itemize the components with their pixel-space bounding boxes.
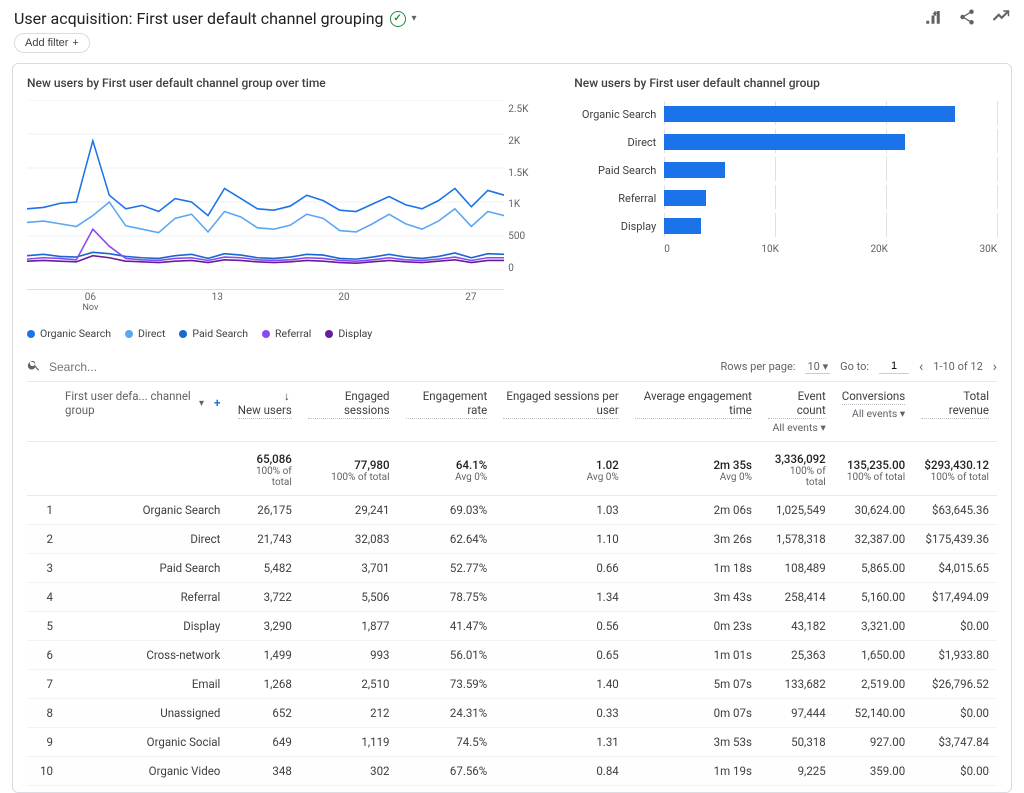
status-verified-icon: ✓ xyxy=(390,11,406,27)
column-header[interactable]: Event countAll events ▾ xyxy=(760,382,834,442)
column-header[interactable]: Engaged sessions xyxy=(300,382,398,442)
customize-report-icon[interactable] xyxy=(924,8,942,29)
column-header[interactable]: Average engagement time xyxy=(627,382,760,442)
legend-item[interactable]: Organic Search xyxy=(27,327,111,340)
line-chart xyxy=(27,100,504,290)
plus-icon: + xyxy=(72,37,78,49)
chart-legend: Organic Search Direct Paid Search Referral D… xyxy=(27,321,534,344)
bar-label: Organic Search xyxy=(574,108,664,121)
dimension-header[interactable]: First user defa... channel group xyxy=(65,389,195,417)
rows-per-page-select[interactable]: 10 ▾ xyxy=(805,360,830,374)
bar-label: Display xyxy=(574,220,664,233)
go-to-label: Go to: xyxy=(840,360,869,373)
share-icon[interactable] xyxy=(958,8,976,29)
page-range: 1-10 of 12 xyxy=(933,360,983,373)
add-filter-label: Add filter xyxy=(25,37,68,49)
rows-per-page-label: Rows per page: xyxy=(720,360,795,373)
line-chart-y-axis: 2.5K2K1.5K1K5000 xyxy=(504,104,534,274)
table-search-input[interactable] xyxy=(47,359,207,375)
bar-fill xyxy=(664,162,725,178)
bar-chart: Organic Search Direct Paid Search Referral D… xyxy=(574,100,997,240)
column-header[interactable]: Total revenue xyxy=(913,382,997,442)
table-row[interactable]: 8Unassigned65221224.31%0.330m 07s97,4445… xyxy=(27,699,997,728)
table-row[interactable]: 5Display3,2901,87741.47%0.560m 23s43,182… xyxy=(27,612,997,641)
chevron-down-icon: ▾ xyxy=(823,360,829,373)
bar-label: Direct xyxy=(574,136,664,149)
legend-item[interactable]: Display xyxy=(325,327,372,340)
page-prev-icon[interactable]: ‹ xyxy=(919,359,923,375)
insights-icon[interactable] xyxy=(992,8,1010,29)
go-to-input[interactable] xyxy=(879,359,909,374)
column-header[interactable]: ConversionsAll events ▾ xyxy=(834,382,913,442)
table-row[interactable]: 7Email1,2682,51073.59%1.405m 07s133,6822… xyxy=(27,670,997,699)
chevron-down-icon[interactable]: ▾ xyxy=(199,398,204,409)
page-next-icon[interactable]: › xyxy=(993,359,997,375)
column-header[interactable]: Engaged sessions per user xyxy=(495,382,627,442)
add-filter-button[interactable]: Add filter + xyxy=(14,33,90,53)
table-row[interactable]: 9Organic Social6491,11974.5%1.313m 53s50… xyxy=(27,728,997,757)
bar-fill xyxy=(664,190,705,206)
bar-chart-x-axis: 010K20K30K xyxy=(664,240,997,255)
bar-fill xyxy=(664,106,954,122)
title-dropdown-icon[interactable]: ▾ xyxy=(412,13,417,24)
table-row[interactable]: 3Paid Search5,4823,70152.77%0.661m 18s10… xyxy=(27,554,997,583)
legend-item[interactable]: Referral xyxy=(262,327,311,340)
legend-item[interactable]: Paid Search xyxy=(179,327,248,340)
bar-chart-title: New users by First user default channel … xyxy=(574,76,997,90)
add-dimension-button[interactable]: + xyxy=(214,396,220,410)
column-header[interactable]: Engagement rate xyxy=(398,382,496,442)
table-row[interactable]: 10Organic Video34830267.56%0.841m 19s9,2… xyxy=(27,757,997,786)
bar-fill xyxy=(664,134,905,150)
legend-item[interactable]: Direct xyxy=(125,327,165,340)
bar-label: Referral xyxy=(574,192,664,205)
bar-fill xyxy=(664,218,700,234)
line-chart-title: New users by First user default channel … xyxy=(27,76,534,90)
table-row[interactable]: 2Direct21,74332,08362.64%1.103m 26s1,578… xyxy=(27,525,997,554)
table-row[interactable]: 1Organic Search26,17529,24169.03%1.032m … xyxy=(27,496,997,525)
table-row[interactable]: 6Cross-network1,49999356.01%0.651m 01s25… xyxy=(27,641,997,670)
data-table: First user defa... channel group ▾ + ↓Ne… xyxy=(27,381,997,786)
page-title: User acquisition: First user default cha… xyxy=(14,9,384,28)
column-header[interactable]: ↓New users xyxy=(228,382,299,442)
line-chart-x-axis: 06Nov132027 xyxy=(27,290,534,321)
bar-label: Paid Search xyxy=(574,164,664,177)
table-row[interactable]: 4Referral3,7225,50678.75%1.343m 43s258,4… xyxy=(27,583,997,612)
search-icon[interactable] xyxy=(27,358,41,375)
